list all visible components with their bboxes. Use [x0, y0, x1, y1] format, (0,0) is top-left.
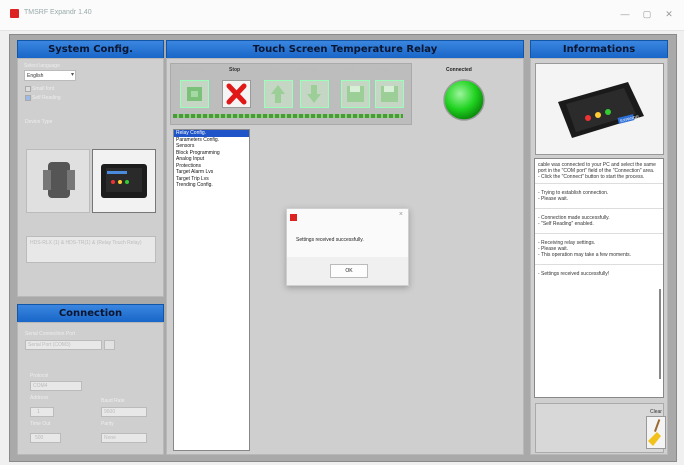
- arrow-down-icon: [307, 85, 321, 103]
- disconnect-label: Disconnect: [179, 67, 204, 73]
- device-image: EXPANDR: [535, 63, 664, 155]
- refresh-ports-button[interactable]: [104, 340, 115, 350]
- time-out-field[interactable]: 500: [30, 433, 61, 443]
- system-config-panel: Select language English ▾ Small font Sel…: [17, 58, 164, 297]
- informations-header: Informations: [530, 40, 668, 59]
- device-description: HDS-RLX (1) & HDS-TR(1) & (Relay Touch R…: [26, 236, 156, 263]
- tree-item-trending-config[interactable]: Trending Config.: [174, 182, 249, 189]
- device-option-relay[interactable]: [26, 149, 90, 213]
- title-bar: TMSRF Expandr 1.40 — ▢ ✕: [0, 0, 684, 31]
- relay-device-icon: [43, 162, 75, 198]
- language-value: English: [27, 73, 44, 79]
- self-reading-label: Self Reading: [32, 95, 61, 101]
- log-entry: - Receiving relay settings. - Please wai…: [535, 234, 663, 265]
- parity-label: Parity: [101, 421, 114, 427]
- system-config-header: System Config.: [17, 40, 164, 59]
- parity-select[interactable]: None: [101, 433, 147, 443]
- save-disk-icon: [347, 86, 364, 102]
- log-entry: - Trying to establish connection. - Plea…: [535, 184, 663, 209]
- message-dialog: × Settings received successfully. OK: [286, 208, 409, 286]
- connection-header: Connection: [17, 304, 164, 323]
- protocol-label: Protocol: [30, 373, 49, 379]
- language-select[interactable]: English ▾: [24, 70, 76, 81]
- progress-bar: [173, 114, 403, 118]
- send-button[interactable]: [264, 80, 293, 108]
- stop-label: Stop: [229, 67, 241, 73]
- connection-panel: Serial Connection Port Serial Port (COM3…: [17, 322, 164, 455]
- information-log: cable was connected to your PC and selec…: [534, 158, 664, 398]
- open-button[interactable]: [375, 80, 404, 108]
- time-out-label: Time Out: [30, 421, 51, 427]
- log-entry: - Settings received successfully!: [538, 271, 610, 277]
- baud-select[interactable]: 9600: [101, 407, 147, 417]
- device-type-label: Device Type: [25, 119, 53, 125]
- baud-label: Baud Rate: [101, 398, 125, 404]
- status-label: Connected: [446, 67, 472, 73]
- address-label: Address: [30, 395, 49, 401]
- relay-header: Touch Screen Temperature Relay: [166, 40, 524, 59]
- chevron-down-icon: ▾: [70, 72, 74, 78]
- save-label: Save: [344, 67, 356, 73]
- touch-screen-device-icon: [101, 164, 147, 198]
- clear-label: Clear: [650, 409, 662, 415]
- dialog-close-button[interactable]: ×: [399, 211, 403, 218]
- port-value: Serial Port (COM3): [28, 342, 71, 348]
- plug-icon: [187, 87, 202, 101]
- address-value: 1: [37, 409, 40, 415]
- clear-button[interactable]: [646, 416, 666, 449]
- close-window-button[interactable]: ✕: [662, 7, 676, 21]
- arrow-up-icon: [271, 85, 285, 103]
- port-select[interactable]: Serial Port (COM3): [25, 340, 102, 350]
- config-tree[interactable]: Relay Config. Parameters Config. Sensors…: [173, 129, 250, 451]
- self-reading-checkbox[interactable]: [25, 95, 31, 101]
- dialog-message: Settings received successfully.: [296, 237, 364, 243]
- send-label: Send: [268, 67, 280, 73]
- port-label: Serial Connection Port: [25, 331, 76, 337]
- log-entry: cable was connected to your PC and selec…: [535, 159, 663, 184]
- receive-button[interactable]: [300, 80, 329, 108]
- parity-value: None: [104, 435, 116, 441]
- address-field[interactable]: 1: [30, 407, 54, 417]
- device-option-touch-screen[interactable]: [92, 149, 156, 213]
- open-label: Open: [377, 67, 390, 73]
- disconnect-button[interactable]: [180, 80, 209, 108]
- log-scrollbar[interactable]: [659, 289, 661, 379]
- ok-button[interactable]: OK: [330, 264, 368, 278]
- time-out-value: 500: [35, 435, 44, 441]
- device-description-text: HDS-RLX (1) & HDS-TR(1) & (Relay Touch R…: [30, 240, 142, 246]
- touch-relay-device-icon: EXPANDR: [558, 82, 644, 138]
- log-entry: - Connection made successfully. - "Self …: [535, 209, 663, 234]
- stop-x-icon: [226, 83, 247, 105]
- maximize-button[interactable]: ▢: [640, 7, 654, 21]
- app-icon: [10, 9, 19, 18]
- protocol-value: COM4: [33, 383, 48, 389]
- stop-button[interactable]: [222, 80, 251, 108]
- connection-status-light-icon: [443, 79, 485, 121]
- small-font-label: Small font: [32, 86, 55, 92]
- language-label: Select language: [24, 63, 60, 69]
- clear-area: Clear: [535, 403, 666, 453]
- dialog-app-icon: [290, 214, 297, 221]
- save-button[interactable]: [341, 80, 370, 108]
- minimize-button[interactable]: —: [618, 7, 632, 21]
- broom-icon: [648, 419, 661, 446]
- small-font-checkbox[interactable]: [25, 86, 31, 92]
- window-title: TMSRF Expandr 1.40: [24, 9, 92, 16]
- baud-value: 9600: [104, 409, 116, 415]
- open-disk-icon: [381, 86, 398, 102]
- protocol-select[interactable]: COM4: [30, 381, 82, 391]
- receive-label: Receive: [299, 67, 318, 73]
